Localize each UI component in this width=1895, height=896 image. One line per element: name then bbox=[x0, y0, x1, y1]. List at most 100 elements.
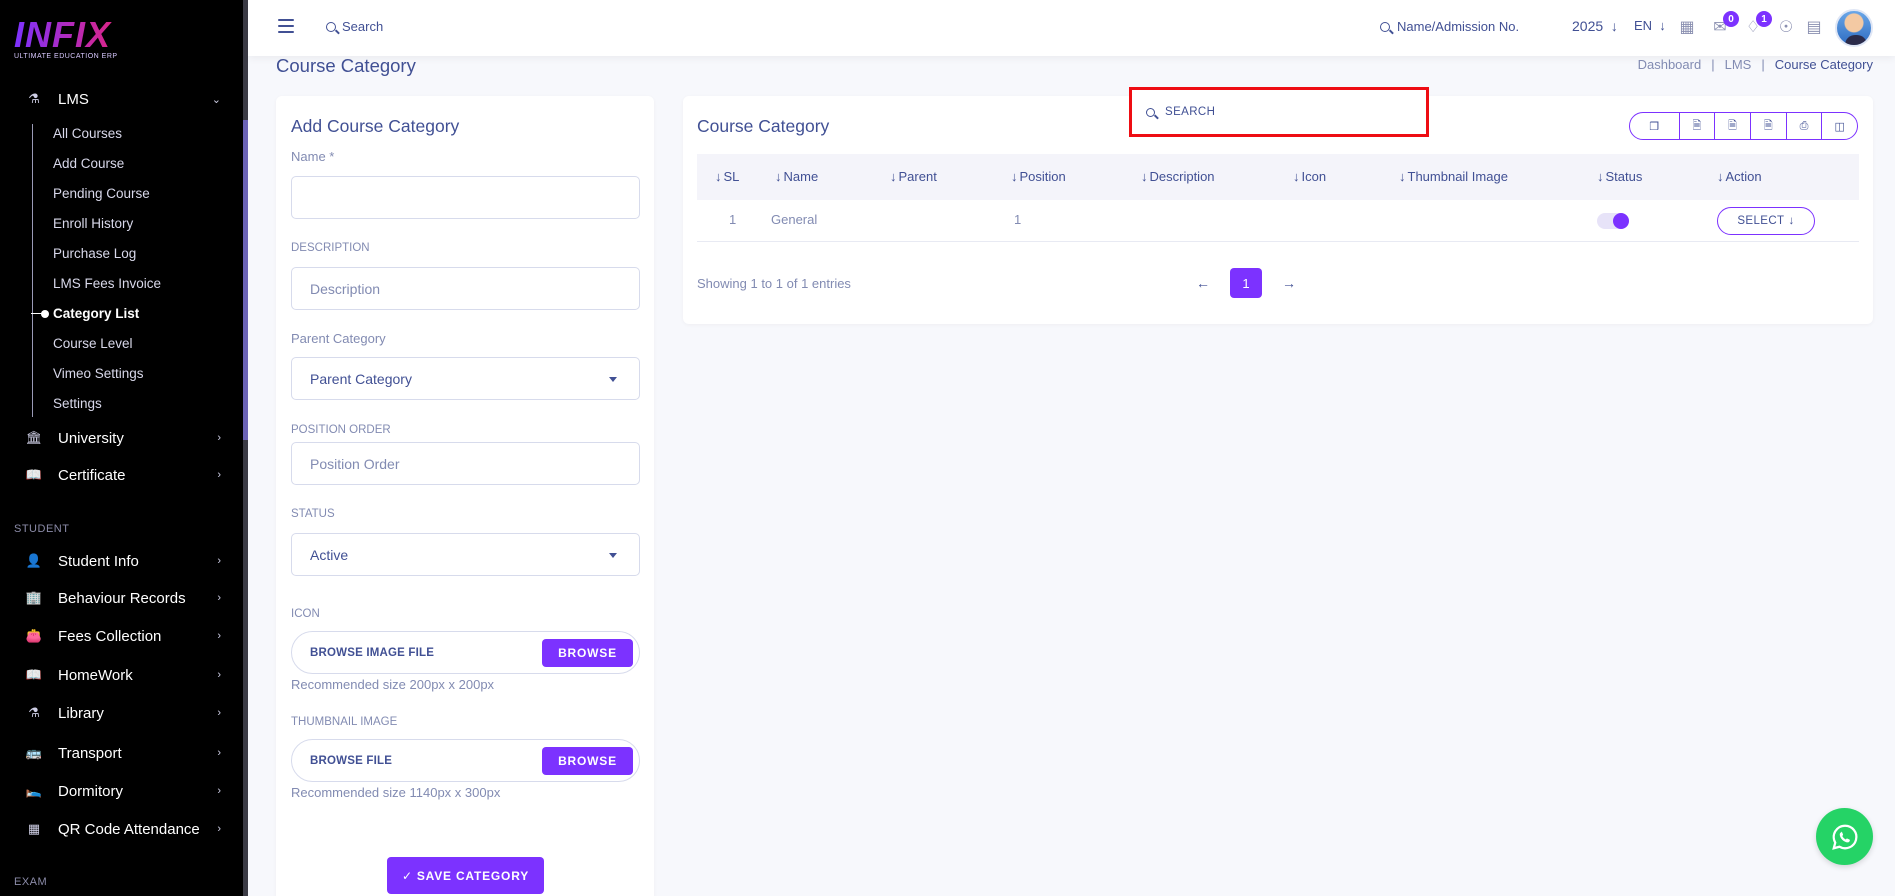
sidebar-item-behaviour-records[interactable]: 🏢 Behaviour Records › bbox=[0, 583, 243, 613]
column-action-label: Action bbox=[1725, 169, 1762, 184]
excel-icon[interactable]: 🗎 bbox=[1714, 113, 1750, 139]
sidebar-scroll-thumb[interactable] bbox=[243, 120, 248, 440]
column-action[interactable]: ↓ Action bbox=[1717, 169, 1762, 184]
sidebar-item-label: Behaviour Records bbox=[58, 589, 186, 607]
globe-icon[interactable]: ☉ bbox=[1776, 17, 1796, 37]
status-toggle[interactable] bbox=[1597, 213, 1629, 229]
breadcrumb-lms[interactable]: LMS bbox=[1725, 57, 1752, 72]
check-icon: ✓ bbox=[401, 868, 413, 883]
chart-icon[interactable]: ▤ bbox=[1804, 17, 1824, 37]
top-search[interactable]: Search bbox=[326, 19, 383, 34]
sidebar-item-certificate[interactable]: 📖 Certificate › bbox=[0, 460, 243, 490]
sort-arrow-icon: ↓ bbox=[1141, 169, 1148, 184]
parent-category-select[interactable]: Parent Category bbox=[291, 357, 640, 400]
sidebar-item-library[interactable]: ⚗ Library › bbox=[0, 698, 243, 728]
icon-label: ICON bbox=[291, 608, 320, 620]
bell-icon[interactable]: ♢ 1 bbox=[1743, 11, 1772, 37]
sidebar-item-transport[interactable]: 🚌 Transport › bbox=[0, 738, 243, 768]
avatar[interactable] bbox=[1835, 9, 1873, 47]
caret-down-icon bbox=[609, 553, 617, 558]
next-page-icon[interactable]: → bbox=[1282, 275, 1296, 291]
breadcrumb-separator: | bbox=[1711, 57, 1715, 72]
position-order-input[interactable]: Position Order bbox=[291, 442, 640, 485]
sidebar-item-label: Fees Collection bbox=[58, 627, 162, 645]
bank-icon: 🏛 bbox=[25, 430, 43, 445]
menu-toggle-icon[interactable] bbox=[278, 19, 294, 33]
thumbnail-label: THUMBNAIL IMAGE bbox=[291, 716, 398, 728]
sidebar-item-lms[interactable]: ⚗ LMS ⌄ bbox=[0, 84, 243, 114]
column-position[interactable]: ↓ Position bbox=[1011, 169, 1066, 184]
chevron-right-icon: › bbox=[217, 823, 221, 835]
whatsapp-button[interactable] bbox=[1816, 808, 1873, 865]
messages-badge: 0 bbox=[1723, 11, 1739, 27]
pdf-icon[interactable]: 🗎 bbox=[1749, 113, 1786, 139]
breadcrumb-current: Course Category bbox=[1774, 57, 1873, 72]
csv-icon[interactable]: 🗎 bbox=[1678, 113, 1715, 139]
column-status-label: Status bbox=[1605, 169, 1643, 184]
thumbnail-browse-button[interactable]: BROWSE bbox=[542, 747, 633, 775]
sidebar-item-student-info[interactable]: 👤 Student Info › bbox=[0, 546, 243, 576]
column-status[interactable]: ↓ Status bbox=[1597, 169, 1642, 184]
position-order-label: POSITION ORDER bbox=[291, 424, 391, 436]
action-select-button[interactable]: SELECT ↓ bbox=[1717, 207, 1815, 235]
sidebar-subitem-lms-fees-invoice[interactable]: LMS Fees Invoice bbox=[53, 274, 161, 294]
columns-icon[interactable]: ◫ bbox=[1821, 113, 1857, 139]
description-input[interactable]: Description bbox=[291, 267, 640, 310]
sidebar-item-fees-collection[interactable]: 👛 Fees Collection › bbox=[0, 621, 243, 651]
icon-browse-button[interactable]: BROWSE bbox=[542, 639, 633, 667]
sidebar-subitem-vimeo-settings[interactable]: Vimeo Settings bbox=[53, 364, 144, 384]
sidebar-item-homework[interactable]: 📖 HomeWork › bbox=[0, 660, 243, 690]
robot-icon[interactable]: ▦ bbox=[1677, 17, 1697, 37]
sidebar-subitem-add-course[interactable]: Add Course bbox=[53, 154, 124, 174]
copy-icon[interactable]: ❐ bbox=[1630, 113, 1679, 139]
table-search-input[interactable]: SEARCH bbox=[1129, 87, 1429, 137]
breadcrumb-dashboard[interactable]: Dashboard bbox=[1638, 57, 1702, 72]
sidebar-subitem-pending-course[interactable]: Pending Course bbox=[53, 184, 150, 204]
print-icon[interactable]: ⎙ bbox=[1785, 113, 1822, 139]
column-thumbnail-image[interactable]: ↓ Thumbnail Image bbox=[1399, 169, 1508, 184]
column-icon[interactable]: ↓ Icon bbox=[1293, 169, 1326, 184]
user-icon: 👤 bbox=[25, 553, 43, 568]
flask-icon: ⚗ bbox=[28, 91, 40, 106]
sidebar-scrollbar[interactable] bbox=[243, 0, 248, 896]
column-name[interactable]: ↓ Name bbox=[775, 169, 818, 184]
chat-icon[interactable]: ✉ 0 bbox=[1710, 11, 1739, 37]
wallet-icon: 👛 bbox=[25, 628, 43, 643]
column-sl[interactable]: ↓ SL bbox=[715, 169, 739, 184]
table-search-placeholder: SEARCH bbox=[1165, 106, 1216, 118]
search-icon bbox=[1146, 107, 1155, 117]
sidebar-subitem-purchase-log[interactable]: Purchase Log bbox=[53, 244, 136, 264]
column-parent[interactable]: ↓ Parent bbox=[890, 169, 937, 184]
sidebar-item-dormitory[interactable]: 🛌 Dormitory › bbox=[0, 776, 243, 806]
admission-search[interactable]: Name/Admission No. bbox=[1380, 19, 1519, 34]
column-description[interactable]: ↓ Description bbox=[1141, 169, 1215, 184]
action-select-label: SELECT bbox=[1737, 215, 1785, 227]
caret-down-icon bbox=[609, 377, 617, 382]
academic-year-select[interactable]: 2025 ↓ bbox=[1572, 18, 1618, 34]
thumbnail-file-input[interactable]: BROWSE FILE BROWSE bbox=[291, 739, 640, 782]
sidebar-subitem-course-level[interactable]: Course Level bbox=[53, 334, 133, 354]
building-icon: 🏢 bbox=[25, 590, 43, 605]
brand-logo[interactable]: INFIX ULTIMATE EDUCATION ERP bbox=[14, 14, 118, 60]
sidebar-subitem-enroll-history[interactable]: Enroll History bbox=[53, 214, 133, 234]
sidebar-item-label: Certificate bbox=[58, 466, 126, 484]
status-select[interactable]: Active bbox=[291, 533, 640, 576]
sidebar-subitem-category-list[interactable]: Category List bbox=[30, 304, 139, 324]
brand-name: INFIX bbox=[14, 14, 118, 56]
sidebar-item-qr-code-attendance[interactable]: ▦ QR Code Attendance › bbox=[0, 814, 243, 844]
sidebar-subitem-all-courses[interactable]: All Courses bbox=[53, 124, 122, 144]
icon-file-input[interactable]: BROWSE IMAGE FILE BROWSE bbox=[291, 631, 640, 674]
sort-arrow-icon: ↓ bbox=[1399, 169, 1406, 184]
bed-icon: 🛌 bbox=[25, 783, 43, 798]
prev-page-icon[interactable]: ← bbox=[1196, 275, 1210, 291]
sidebar-item-label: Library bbox=[58, 704, 104, 722]
name-input[interactable] bbox=[291, 176, 640, 219]
chevron-right-icon: › bbox=[217, 669, 221, 681]
page-button-current[interactable]: 1 bbox=[1230, 268, 1262, 298]
sidebar-item-university[interactable]: 🏛 University › bbox=[0, 423, 243, 453]
admission-search-label: Name/Admission No. bbox=[1397, 19, 1520, 34]
sidebar-subitem-settings[interactable]: Settings bbox=[53, 394, 102, 414]
page-title: Course Category bbox=[276, 55, 416, 76]
save-category-button[interactable]: ✓ SAVE CATEGORY bbox=[387, 857, 544, 894]
language-select[interactable]: EN ↓ bbox=[1634, 18, 1666, 33]
